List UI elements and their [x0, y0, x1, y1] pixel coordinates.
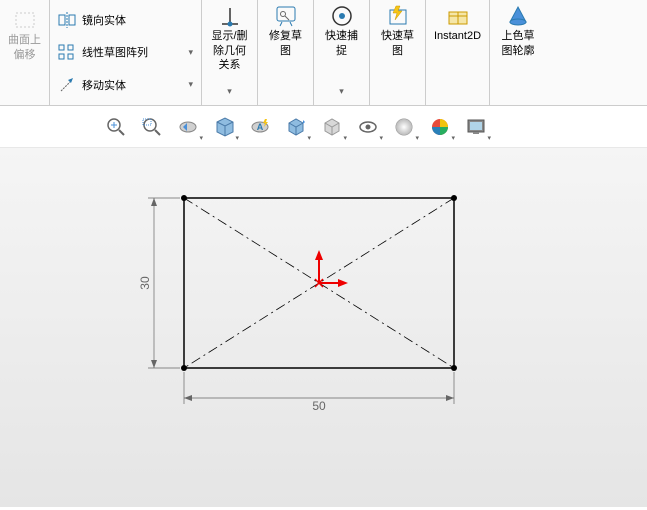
relations-icon	[218, 4, 242, 28]
apply-scene-button[interactable]: ▾	[424, 113, 456, 141]
display-relations-button[interactable]: 显示/删 除几何 关系 ▾	[202, 0, 258, 105]
zoom-area-button[interactable]	[136, 113, 168, 141]
chevron-down-icon: ▾	[235, 134, 239, 142]
sketch-point[interactable]	[451, 365, 457, 371]
chevron-down-icon: ▾	[379, 134, 383, 142]
origin-marker[interactable]	[315, 250, 348, 287]
dimension-vertical[interactable]: 30	[138, 198, 180, 368]
svg-text:A: A	[257, 122, 264, 132]
rapid-sketch-icon	[386, 4, 410, 28]
move-label: 移动实体	[82, 77, 126, 93]
linear-pattern-label: 线性草图阵列	[82, 44, 148, 60]
view-orientation-button[interactable]: ▾	[280, 113, 312, 141]
mirror-icon	[58, 11, 76, 29]
snap-l2: 捉	[336, 45, 347, 58]
chevron-down-icon: ▾	[307, 134, 311, 142]
chevron-down-icon: ▾	[343, 134, 347, 142]
chevron-down-icon[interactable]: ▾	[227, 86, 232, 97]
offset-label-1: 曲面上	[8, 34, 41, 47]
move-icon	[58, 76, 76, 94]
dimension-value: 50	[312, 399, 326, 413]
entity-tools-group: 镜向实体 线性草图阵列 ▾ 移动实体 ▾	[50, 0, 202, 105]
shaded-icon	[506, 4, 530, 28]
instant2d-icon	[446, 4, 470, 28]
instant2d-button[interactable]: Instant2D	[426, 0, 490, 105]
shaded-sketch-button[interactable]: 上色草 图轮廓	[490, 0, 546, 105]
view-toolbar: ▾ ▾ A ▾ ▾ ▾ ▾ ▾ ▾	[0, 106, 647, 148]
move-entities-button[interactable]: 移动实体 ▾	[58, 73, 193, 97]
sketch-point[interactable]	[181, 195, 187, 201]
offset-on-surface: 曲面上 偏移	[0, 0, 50, 105]
zoom-fit-button[interactable]	[100, 113, 132, 141]
repair-sketch-button[interactable]: 修复草 图	[258, 0, 314, 105]
offset-surface-icon	[13, 8, 37, 32]
relations-l2: 除几何	[213, 45, 246, 58]
linear-pattern-icon	[58, 43, 76, 61]
shaded-l1: 上色草	[502, 30, 535, 43]
previous-view-button[interactable]: ▾	[172, 113, 204, 141]
dimension-horizontal[interactable]: 50	[184, 372, 454, 413]
sketch-point[interactable]	[181, 365, 187, 371]
hide-show-button[interactable]: ▾	[352, 113, 384, 141]
sketch-drawing: 50 30	[0, 148, 647, 507]
chevron-down-icon[interactable]: ▾	[188, 47, 193, 58]
edit-appearance-button[interactable]: ▾	[388, 113, 420, 141]
quick-snap-button[interactable]: 快速捕 捉 ▾	[314, 0, 370, 105]
instant2d-label: Instant2D	[434, 30, 481, 43]
rapid-sketch-button[interactable]: 快速草 图	[370, 0, 426, 105]
relations-l3: 关系	[219, 59, 241, 72]
sketch-point[interactable]	[451, 195, 457, 201]
chevron-down-icon: ▾	[415, 134, 419, 142]
repair-icon	[274, 4, 298, 28]
sketch-canvas[interactable]: 50 30	[0, 148, 647, 507]
rapid-l2: 图	[392, 45, 403, 58]
dimension-value: 30	[138, 276, 152, 290]
chevron-down-icon: ▾	[451, 134, 455, 142]
repair-l1: 修复草	[269, 30, 302, 43]
mirror-entities-button[interactable]: 镜向实体	[58, 8, 193, 32]
chevron-down-icon: ▾	[487, 134, 491, 142]
section-view-button[interactable]: ▾	[208, 113, 240, 141]
repair-l2: 图	[280, 45, 291, 58]
offset-label-2: 偏移	[14, 49, 36, 62]
shaded-l2: 图轮廓	[502, 45, 535, 58]
mirror-label: 镜向实体	[82, 12, 126, 28]
snap-l1: 快速捕	[325, 30, 358, 43]
rapid-l1: 快速草	[381, 30, 414, 43]
relations-l1: 显示/删	[211, 30, 247, 43]
chevron-down-icon[interactable]: ▾	[339, 86, 344, 97]
linear-pattern-button[interactable]: 线性草图阵列 ▾	[58, 40, 193, 64]
snap-icon	[330, 4, 354, 28]
ribbon-bar: 曲面上 偏移 镜向实体 线性草图阵列 ▾ 移动实体 ▾ 显示/删	[0, 0, 647, 106]
display-style-button[interactable]: ▾	[316, 113, 348, 141]
chevron-down-icon[interactable]: ▾	[188, 79, 193, 90]
dynamic-annotation-button[interactable]: A	[244, 113, 276, 141]
view-settings-button[interactable]: ▾	[460, 113, 492, 141]
chevron-down-icon: ▾	[199, 134, 203, 142]
